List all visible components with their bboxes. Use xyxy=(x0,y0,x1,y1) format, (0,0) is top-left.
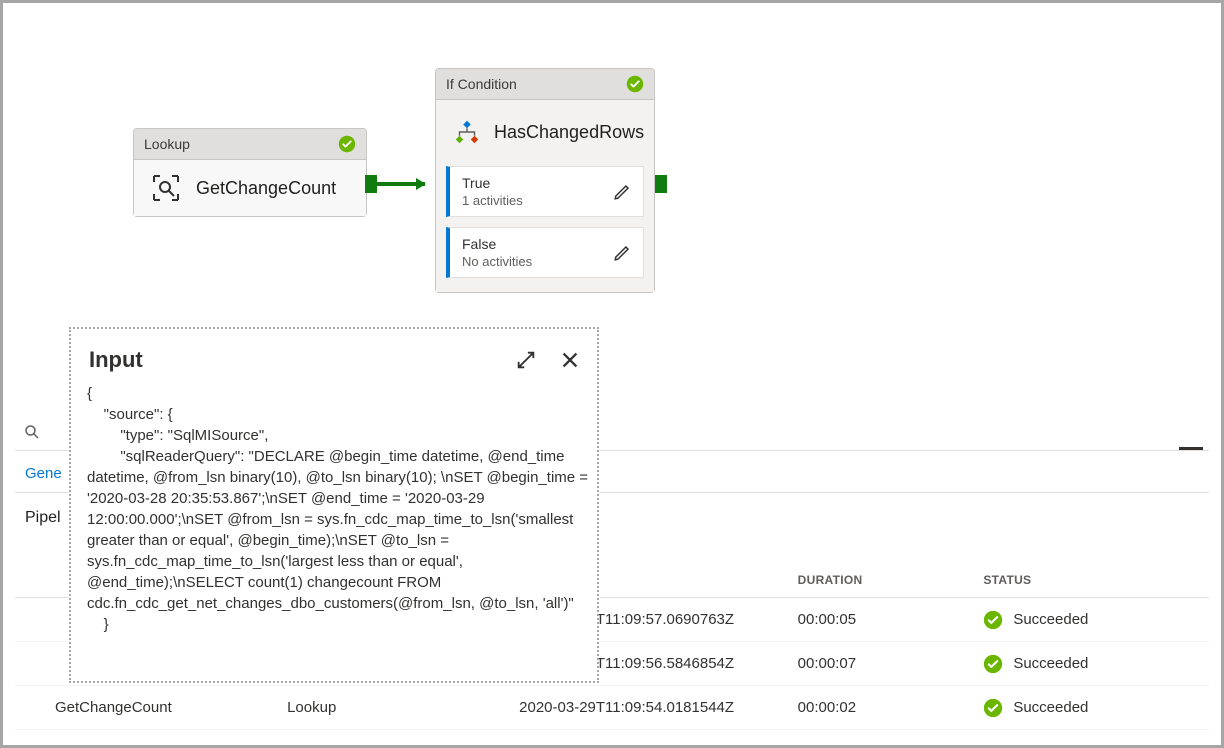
cell-duration: 00:00:07 xyxy=(798,655,984,672)
close-icon[interactable] xyxy=(559,349,581,371)
success-check-icon xyxy=(983,698,1003,718)
popup-json-body[interactable]: { "source": { "type": "SqlMISource", "sq… xyxy=(87,383,597,663)
table-row[interactable]: GetChangeCount Lookup 2020-03-29T11:09:5… xyxy=(15,686,1209,730)
cell-duration: 00:00:02 xyxy=(798,699,984,716)
success-check-icon xyxy=(983,610,1003,630)
lookup-node-header: Lookup xyxy=(134,129,366,160)
lookup-type-label: Lookup xyxy=(144,136,190,152)
false-branch-sub: No activities xyxy=(462,254,532,269)
success-check-icon xyxy=(626,75,644,93)
true-branch-sub: 1 activities xyxy=(462,193,523,208)
ifcond-node-header: If Condition xyxy=(436,69,654,100)
success-check-icon xyxy=(338,135,356,153)
ifcond-type-label: If Condition xyxy=(446,76,517,92)
expand-icon[interactable] xyxy=(515,349,537,371)
search-icon[interactable] xyxy=(23,423,41,441)
lookup-output-port[interactable] xyxy=(365,175,377,193)
tab-general[interactable]: Gene xyxy=(25,465,62,482)
lookup-icon xyxy=(150,172,182,204)
ifcond-true-branch[interactable]: True 1 activities xyxy=(446,166,644,217)
cell-runstart: 2020-03-29T11:09:54.0181544Z xyxy=(519,699,798,716)
cell-name: GetChangeCount xyxy=(55,699,287,716)
connector-lookup-to-ifcond[interactable] xyxy=(377,182,425,186)
success-check-icon xyxy=(983,654,1003,674)
collapse-line-icon[interactable] xyxy=(1179,447,1203,450)
false-branch-label: False xyxy=(462,236,532,252)
true-branch-label: True xyxy=(462,175,523,191)
popup-title: Input xyxy=(89,347,143,373)
sub-section-label: Pipel xyxy=(15,509,71,527)
pencil-edit-icon[interactable] xyxy=(613,183,631,201)
ifcond-false-branch[interactable]: False No activities xyxy=(446,227,644,278)
cell-status: Succeeded xyxy=(1013,611,1088,628)
lookup-activity-node[interactable]: Lookup GetChangeCount xyxy=(133,128,367,217)
col-status: STATUS xyxy=(983,573,1169,587)
col-duration: DURATION xyxy=(798,573,984,587)
lookup-activity-name: GetChangeCount xyxy=(196,178,336,199)
ifcondition-activity-node[interactable]: If Condition HasChangedRows True xyxy=(435,68,655,293)
cell-duration: 00:00:05 xyxy=(798,611,984,628)
cell-type: Lookup xyxy=(287,699,519,716)
ifcondition-icon xyxy=(452,116,482,148)
input-json-popup[interactable]: Input { "source": { "type": "SqlMISource… xyxy=(69,327,599,683)
pencil-edit-icon[interactable] xyxy=(613,244,631,262)
cell-status: Succeeded xyxy=(1013,699,1088,716)
ifcond-output-port[interactable] xyxy=(655,175,667,193)
cell-status: Succeeded xyxy=(1013,655,1088,672)
ifcond-activity-name: HasChangedRows xyxy=(494,122,644,143)
